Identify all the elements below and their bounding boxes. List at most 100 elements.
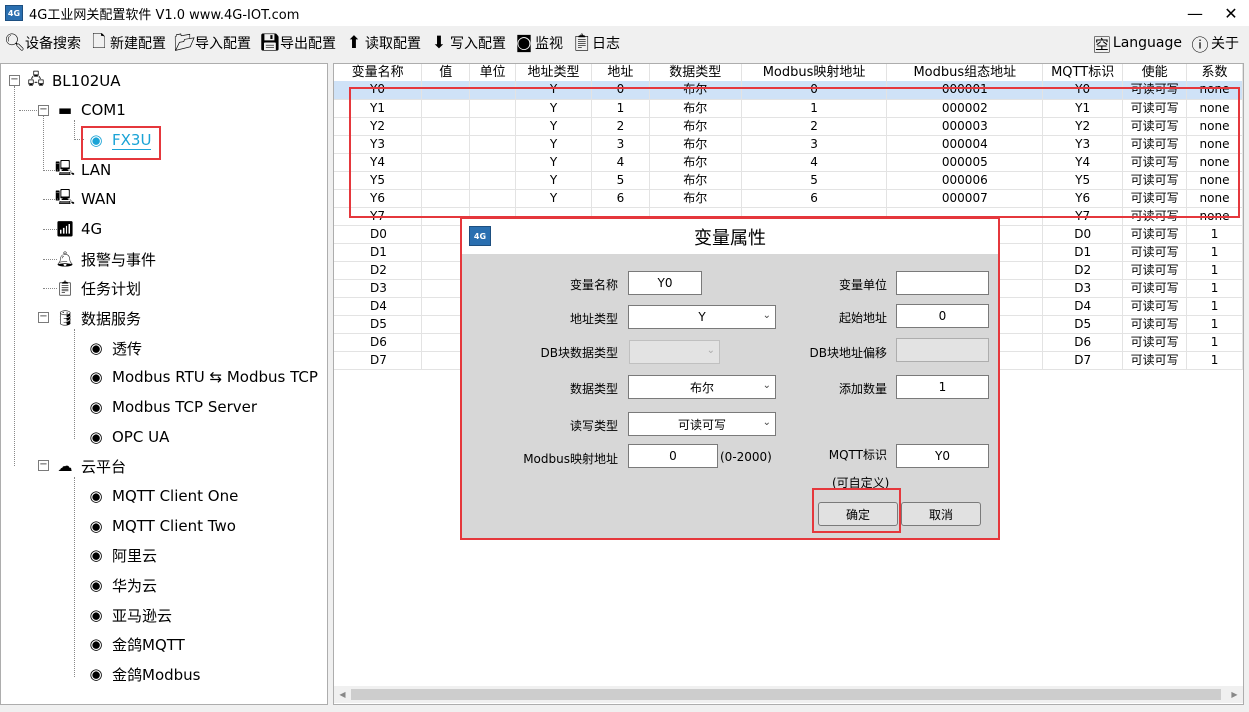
tree-node-root[interactable]: 🖧 BL102UA <box>26 70 121 92</box>
col-header-name[interactable]: 变量名称 <box>334 64 423 81</box>
lan-icon: 🖳 <box>55 158 76 177</box>
info-icon: ⓘ <box>1191 35 1209 56</box>
tree-node-aliyun[interactable]: ◉ 阿里云 <box>86 544 157 566</box>
table-cell-name: D7 <box>334 351 423 370</box>
col-header-modbus-map[interactable]: Modbus映射地址 <box>741 64 888 81</box>
table-cell-enable: 可读可写 <box>1122 351 1188 370</box>
webcam-icon: ◉ <box>89 665 103 683</box>
table-cell-mqtt: D6 <box>1042 333 1124 352</box>
save-icon: 💾︎ <box>259 33 281 53</box>
tree-node-jinge-mqtt[interactable]: ◉ 金鸽MQTT <box>86 633 184 655</box>
bell-icon: 🔔︎ <box>55 250 75 268</box>
tree-node-mqtt-two[interactable]: ◉ MQTT Client Two <box>86 515 235 537</box>
com1-expander[interactable]: − <box>38 105 49 116</box>
device-search-button[interactable]: 🔍︎ 设备搜索 <box>0 28 85 58</box>
db-type-select[interactable]: ⌄ <box>629 340 720 364</box>
new-config-button[interactable]: 🗋 新建配置 <box>85 28 170 58</box>
table-cell-name: D2 <box>334 261 423 280</box>
dialog-body: 变量名称 Y0 变量单位 地址类型 Y ⌄ 起始地址 0 DB块数据类型 ⌄ DB… <box>462 254 998 538</box>
chevron-down-icon: ⌄ <box>762 380 771 391</box>
table-cell-mqtt: D5 <box>1042 315 1124 334</box>
col-header-mqtt[interactable]: MQTT标识 <box>1042 64 1124 81</box>
about-button[interactable]: ⓘ 关于 <box>1186 28 1243 58</box>
table-cell-mqtt: D0 <box>1042 225 1124 244</box>
tree-node-rtu-tcp[interactable]: ◉ Modbus RTU ⇆ Modbus TCP <box>86 366 317 388</box>
table-cell-enable: 可读可写 <box>1122 279 1188 298</box>
monitor-button[interactable]: ◙ 监视 <box>510 28 567 58</box>
webcam-icon: ◉ <box>89 487 103 505</box>
highlight-fx3u <box>81 126 161 160</box>
log-button[interactable]: 📋︎ 日志 <box>567 28 624 58</box>
language-button[interactable]: 🈳︎ Language <box>1088 28 1186 58</box>
col-header-enable[interactable]: 使能 <box>1122 64 1188 81</box>
var-name-input[interactable]: Y0 <box>628 271 702 295</box>
table-cell-coef: 1 <box>1186 297 1243 316</box>
col-header-addr[interactable]: 地址 <box>591 64 650 81</box>
modbus-map-label: Modbus映射地址 <box>523 452 618 466</box>
minimize-button[interactable]: — <box>1177 0 1213 26</box>
tree-node-wan[interactable]: 🖳 WAN <box>55 188 117 210</box>
tree-node-opc-ua[interactable]: ◉ OPC UA <box>86 426 169 448</box>
add-count-input[interactable]: 1 <box>896 375 989 399</box>
tree-node-lan[interactable]: 🖳 LAN <box>55 159 111 181</box>
tree-node-data-service[interactable]: 🛢︎ 数据服务 <box>55 307 141 329</box>
col-header-value[interactable]: 值 <box>421 64 471 81</box>
tree-node-com1[interactable]: ▬ COM1 <box>55 99 126 121</box>
table-cell-mqtt: D1 <box>1042 243 1124 262</box>
tree-node-alarm[interactable]: 🔔︎ 报警与事件 <box>55 248 156 270</box>
language-icon: 🈳︎ <box>1093 35 1111 56</box>
new-file-icon: 🗋 <box>92 31 106 52</box>
webcam-icon: ◉ <box>89 576 103 594</box>
export-config-button[interactable]: 💾︎ 导出配置 <box>255 28 340 58</box>
write-config-button[interactable]: ⬇ 写入配置 <box>425 28 510 58</box>
data-type-select[interactable]: 布尔 ⌄ <box>628 375 776 399</box>
tree-node-huawei[interactable]: ◉ 华为云 <box>86 574 157 596</box>
start-addr-input[interactable]: 0 <box>896 304 989 328</box>
tree-node-jinge-modbus[interactable]: ◉ 金鸽Modbus <box>86 663 200 685</box>
rw-type-select[interactable]: 可读可写 ⌄ <box>628 412 776 436</box>
table-cell-name: D1 <box>334 243 423 262</box>
data-type-label: 数据类型 <box>569 382 618 396</box>
scroll-right-icon[interactable]: ▶ <box>1226 686 1243 703</box>
mqtt-input[interactable]: Y0 <box>896 444 989 468</box>
col-header-data-type[interactable]: 数据类型 <box>649 64 742 81</box>
modbus-map-input[interactable]: 0 <box>628 444 718 468</box>
tree-node-4g[interactable]: 📶︎ 4G <box>55 218 102 240</box>
scroll-thumb[interactable] <box>351 689 1221 700</box>
col-header-modbus-cfg[interactable]: Modbus组态地址 <box>886 64 1044 81</box>
var-unit-input[interactable] <box>896 271 989 295</box>
table-cell-enable: 可读可写 <box>1122 225 1188 244</box>
col-header-coef[interactable]: 系数 <box>1186 64 1243 81</box>
tree-node-task[interactable]: 📋︎ 任务计划 <box>55 277 141 299</box>
addr-type-select[interactable]: Y ⌄ <box>628 305 776 329</box>
table-cell-name: D4 <box>334 297 423 316</box>
antenna-icon: 📶︎ <box>55 220 75 238</box>
table-cell-name: D6 <box>334 333 423 352</box>
table-row-empty <box>334 549 1243 567</box>
webcam-icon: ◉ <box>89 339 103 357</box>
table-cell-mqtt: D2 <box>1042 261 1124 280</box>
tree-node-cloud[interactable]: ☁ 云平台 <box>55 455 127 477</box>
horizontal-scrollbar[interactable]: ◀ ▶ <box>334 686 1243 703</box>
col-header-unit[interactable]: 单位 <box>469 64 517 81</box>
close-button[interactable]: ✕ <box>1213 0 1249 26</box>
webcam-icon: ◉ <box>89 606 103 624</box>
read-config-button[interactable]: ⬆ 读取配置 <box>340 28 425 58</box>
tree-node-mqtt-one[interactable]: ◉ MQTT Client One <box>86 485 238 507</box>
tree-node-amazon[interactable]: ◉ 亚马逊云 <box>86 604 172 626</box>
import-config-button[interactable]: 📂︎ 导入配置 <box>170 28 255 58</box>
data-service-expander[interactable]: − <box>38 312 49 323</box>
monitor-icon: ◙ <box>515 33 533 53</box>
tree-node-tcp-server[interactable]: ◉ Modbus TCP Server <box>86 396 257 418</box>
start-addr-label: 起始地址 <box>838 311 887 325</box>
db-offset-label: DB块地址偏移 <box>809 346 887 360</box>
tree-node-transparent[interactable]: ◉ 透传 <box>86 337 142 359</box>
db-offset-input[interactable] <box>896 338 989 362</box>
cancel-button[interactable]: 取消 <box>901 502 981 526</box>
webcam-icon: ◉ <box>89 428 103 446</box>
scroll-left-icon[interactable]: ◀ <box>334 686 351 703</box>
table-cell-name: D3 <box>334 279 423 298</box>
root-expander[interactable]: − <box>9 75 20 86</box>
col-header-addr-type[interactable]: 地址类型 <box>515 64 592 81</box>
cloud-expander[interactable]: − <box>38 460 49 471</box>
